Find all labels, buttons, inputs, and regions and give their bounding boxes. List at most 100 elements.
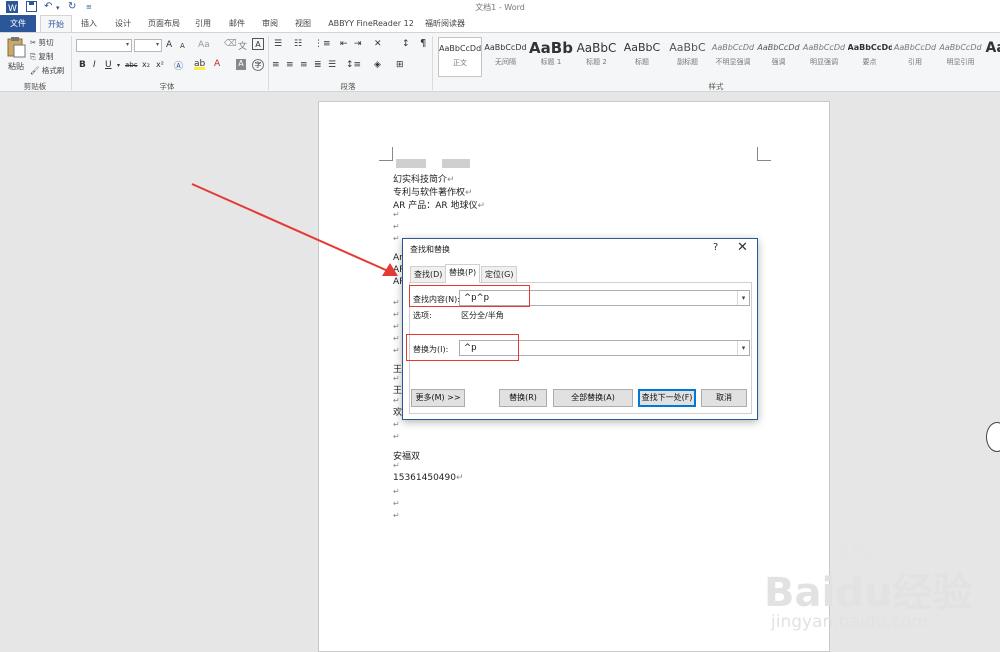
line-spacing-icon[interactable]: ↕≡ [346, 60, 361, 70]
format-painter-button[interactable]: 🖌 格式刷 [30, 65, 64, 76]
change-case-button[interactable]: Aa [198, 40, 210, 50]
style-item[interactable]: AaBbC 标题 [620, 37, 664, 77]
phonetic-guide-icon[interactable]: 文 [238, 39, 247, 52]
help-button[interactable]: ? [713, 242, 718, 253]
numbering-icon[interactable]: ☷ [294, 39, 302, 49]
tab-design[interactable]: 设计 [110, 15, 136, 32]
options-value: 区分全/半角 [461, 311, 504, 320]
distributed-icon[interactable]: ☰ [328, 60, 336, 70]
highlight-icon[interactable]: ab [194, 59, 206, 70]
align-right-icon[interactable]: ≡ [300, 60, 308, 70]
chevron-down-icon[interactable]: ▾ [117, 62, 120, 69]
style-item[interactable]: AaBbC 标题 2 [575, 37, 619, 77]
paw-icon [838, 546, 849, 559]
window-title: 文档1 - Word [475, 3, 525, 12]
superscript-button[interactable]: x² [156, 60, 164, 69]
style-item[interactable]: AaBbCcDd 正文 [438, 37, 482, 77]
style-item[interactable]: AaBbCcDd 不明显强调 [711, 37, 755, 77]
font-name-combo[interactable]: ▾ [76, 39, 132, 52]
sort-icon[interactable]: ↕ [402, 39, 410, 49]
text-effects-icon[interactable]: Ⓐ [174, 59, 183, 72]
tab-foxit[interactable]: 福昕阅读器 [422, 15, 468, 32]
tab-references[interactable]: 引用 [190, 15, 216, 32]
enclose-char-icon[interactable]: 字 [252, 59, 264, 71]
tab-replace[interactable]: 替换(P) [445, 264, 481, 283]
tab-page-layout[interactable]: 页面布局 [144, 15, 184, 32]
align-center-icon[interactable]: ≡ [286, 60, 294, 70]
increase-indent-icon[interactable]: ⇥ [354, 39, 362, 49]
tab-review[interactable]: 审阅 [257, 15, 283, 32]
style-sample: AaBbC [623, 41, 661, 54]
style-item[interactable]: AaBb不 [984, 37, 1000, 77]
doc-phone-text: 15361450490 [393, 473, 456, 483]
replace-all-button[interactable]: 全部替换(A) [553, 389, 633, 407]
tab-abbyy[interactable]: ABBYY FineReader 12 [328, 15, 414, 32]
decrease-indent-icon[interactable]: ⇤ [340, 39, 348, 49]
strikethrough-button[interactable]: abc [125, 61, 138, 69]
borders-icon[interactable]: ⊞ [396, 60, 404, 70]
style-sample: AaBbCcDd [893, 43, 937, 52]
shrink-font-button[interactable]: A [180, 42, 185, 50]
highlight-box [409, 285, 530, 307]
close-icon[interactable]: ✕ [737, 240, 748, 255]
tab-view[interactable]: 视图 [290, 15, 316, 32]
style-sample: AaBbCcDd [711, 43, 755, 52]
tab-home[interactable]: 开始 [40, 15, 72, 32]
justify-icon[interactable]: ≣ [314, 60, 322, 70]
align-left-icon[interactable]: ≡ [272, 60, 280, 70]
find-next-button[interactable]: 查找下一处(F) [638, 389, 696, 407]
doc-line-text: 专利与软件著作权 [393, 188, 466, 198]
doc-line-partial: 王 [393, 386, 403, 396]
tab-insert[interactable]: 插入 [76, 15, 102, 32]
subscript-button[interactable]: x₂ [142, 60, 150, 69]
style-item[interactable]: AaBbCcDd 引用 [893, 37, 937, 77]
shading-icon[interactable]: ◈ [374, 60, 381, 70]
style-name: 副标题 [677, 58, 698, 66]
paw-icon [852, 541, 863, 554]
char-border-icon[interactable]: A [252, 38, 264, 50]
redacted-text [442, 159, 470, 168]
tab-mailings[interactable]: 邮件 [224, 15, 250, 32]
grow-font-button[interactable]: A [166, 40, 172, 50]
multilevel-list-icon[interactable]: ⋮≡ [314, 39, 331, 49]
tab-find[interactable]: 查找(D) [410, 266, 447, 282]
style-name: 标题 1 [540, 58, 562, 66]
font-color-icon[interactable]: A [214, 59, 220, 69]
tab-file[interactable]: 文件 [0, 15, 36, 32]
copy-button[interactable]: ⎘ 复制 [30, 51, 53, 62]
style-item[interactable]: AaBbCcDd 强调 [757, 37, 801, 77]
style-item[interactable]: AaBbCcDd 明显强调 [802, 37, 846, 77]
clipboard-icon [7, 37, 26, 58]
watermark-logo: Baidu经验 [764, 570, 973, 616]
replace-button[interactable]: 替换(R) [499, 389, 547, 407]
chevron-down-icon[interactable]: ▾ [737, 291, 749, 305]
style-name: 要点 [862, 58, 877, 66]
show-marks-icon[interactable]: ¶ [420, 38, 426, 49]
cancel-button[interactable]: 取消 [701, 389, 747, 407]
crop-mark [379, 147, 393, 161]
style-item[interactable]: AaBbC 副标题 [666, 37, 710, 77]
clipboard-group-label: 剪贴板 [23, 82, 47, 91]
font-size-combo[interactable]: ▾ [134, 39, 162, 52]
bold-button[interactable]: B [79, 60, 86, 70]
style-item[interactable]: AaBbCcDd 无间隔 [484, 37, 528, 77]
watermark-url: jingyan.baidu.com [771, 612, 928, 632]
underline-button[interactable]: U [105, 60, 112, 70]
chinese-layout-icon[interactable]: ✕ [374, 39, 382, 49]
paragraph-mark-icon: ↵ [393, 298, 400, 307]
style-item[interactable]: AaBbCcDd 明显引用 [939, 37, 983, 77]
style-item[interactable]: AaBb 标题 1 [529, 37, 573, 77]
clear-format-icon[interactable]: ⌫ [224, 39, 237, 49]
char-shading-icon[interactable]: A [236, 59, 246, 70]
italic-button[interactable]: I [93, 60, 96, 70]
tab-goto[interactable]: 定位(G) [481, 266, 518, 282]
more-button[interactable]: 更多(M) >> [411, 389, 465, 407]
bullets-icon[interactable]: ☰ [274, 39, 282, 49]
style-name: 不 [984, 57, 1000, 67]
cut-button[interactable]: ✂ 剪切 [30, 37, 54, 48]
style-sample: AaBb [985, 40, 1000, 56]
chevron-down-icon[interactable]: ▾ [737, 341, 749, 355]
paste-button[interactable]: 粘贴 [4, 36, 28, 72]
style-item[interactable]: AaBbCcDd 要点 [848, 37, 892, 77]
paragraph-mark-icon: ↵ [393, 461, 400, 470]
